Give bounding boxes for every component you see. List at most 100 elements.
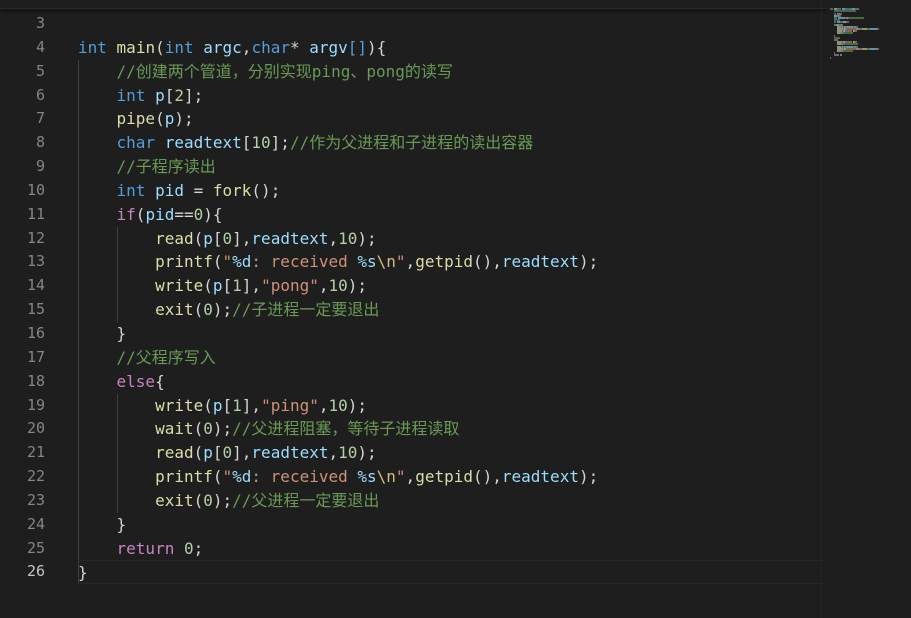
code-token: " [222,467,233,487]
code-line[interactable]: write(p[1],"pong",10); [78,274,823,298]
code-token: ){ [203,204,223,224]
code-line[interactable]: read(p[0],readtext,10); [78,441,823,465]
minimap[interactable] [826,4,911,62]
code-line[interactable]: printf("%d: received %s\n",getpid(),read… [78,250,823,274]
code-token: \n [376,252,396,272]
code-token: 10 [328,395,348,415]
code-token: p [203,443,213,463]
code-token: wait [155,419,194,439]
code-token: ], [232,228,252,248]
line-number: 22 [26,467,45,486]
code-token: p [155,85,165,105]
code-token: ], [241,276,262,296]
code-token: printf [155,467,213,487]
code-line[interactable]: exit(0);//父进程一定要退出 [78,489,823,513]
code-line[interactable]: } [78,513,823,537]
line-number: 26 [26,562,45,581]
code-token: ( [193,419,204,439]
line-number: 21 [26,443,45,462]
code-token: %s [357,467,377,487]
minimap-token [869,28,877,30]
code-token: pid [145,204,175,224]
line-number: 9 [35,157,45,176]
code-token: ( [135,204,146,224]
code-token: [ [222,395,233,415]
code-line[interactable]: printf("%d: received %s\n",getpid(),read… [78,465,823,489]
code-line[interactable]: //子程序读出 [78,155,823,179]
code-line[interactable]: char readtext[10];//作为父进程和子进程的读出容器 [78,131,823,155]
code-token: , [241,37,252,57]
code-line[interactable]: read(p[0],readtext,10); [78,227,823,251]
code-line[interactable]: if(pid==0){ [78,203,823,227]
code-token: 10 [251,133,271,153]
code-token: , [405,252,416,272]
code-token: ); [578,252,599,272]
minimap-token [857,8,859,11]
code-token: = [183,180,213,200]
code-token: getpid [415,252,473,272]
code-line[interactable]: exit(0);//子进程一定要退出 [78,298,823,322]
code-token: 0 [203,419,213,439]
code-line[interactable]: return 0; [78,537,823,561]
code-token: exit [155,300,194,320]
code-token: ; [193,538,204,558]
code-line[interactable]: write(p[1],"ping",10); [78,394,823,418]
code-line[interactable]: //父程序写入 [78,346,823,370]
code-token: %d [232,252,252,272]
minimap-token [844,32,854,35]
code-token: //子进程一定要退出 [232,300,380,320]
line-number: 12 [26,228,45,247]
code-token: [ [164,85,175,105]
code-editor[interactable]: 3 4 5 6 7 8 9 10 11 12 13 14 15 16 17 18 19 20 21 22 23 24 25 2… [0,0,911,618]
code-line[interactable]: int main(int argc,char* argv[]){ [78,36,823,60]
code-token: readtext [251,443,329,463]
code-token: " [395,467,406,487]
code-token: //子程序读出 [116,157,216,177]
line-number: 23 [26,490,45,509]
line-number: 10 [26,180,45,199]
code-line[interactable]: int pid = fork(); [78,179,823,203]
line-number: 13 [26,252,45,271]
code-area[interactable]: int main(int argc,char* argv[]){ //创建两个管… [78,12,823,585]
code-line[interactable]: int p[2]; [78,84,823,108]
code-token: 10 [328,276,348,296]
code-token: 0 [203,490,213,510]
code-line[interactable]: pipe(p); [78,107,823,131]
code-token: (), [472,467,502,487]
code-token: printf [155,252,213,272]
code-line[interactable] [78,12,823,36]
code-token: " [395,252,406,272]
code-token: 1 [232,276,242,296]
line-number: 15 [26,300,45,319]
code-token: ( [193,300,204,320]
code-token: , [318,276,329,296]
code-token: fork [212,180,252,200]
code-token: readtext [164,133,242,153]
code-line[interactable]: } [78,322,823,346]
code-token: //父进程一定要退出 [232,490,380,510]
code-line[interactable]: wait(0);//父进程阻塞，等待子进程读取 [78,417,823,441]
code-line[interactable]: } [78,560,823,585]
code-line[interactable]: else{ [78,370,823,394]
code-token: ], [241,395,262,415]
code-token: ); [357,228,377,248]
code-token: 0 [222,228,233,248]
minimap-token [840,54,842,57]
code-token: pid [155,180,184,200]
code-line[interactable]: //创建两个管道，分别实现ping、pong的读写 [78,60,823,84]
code-token: ( [212,467,223,487]
